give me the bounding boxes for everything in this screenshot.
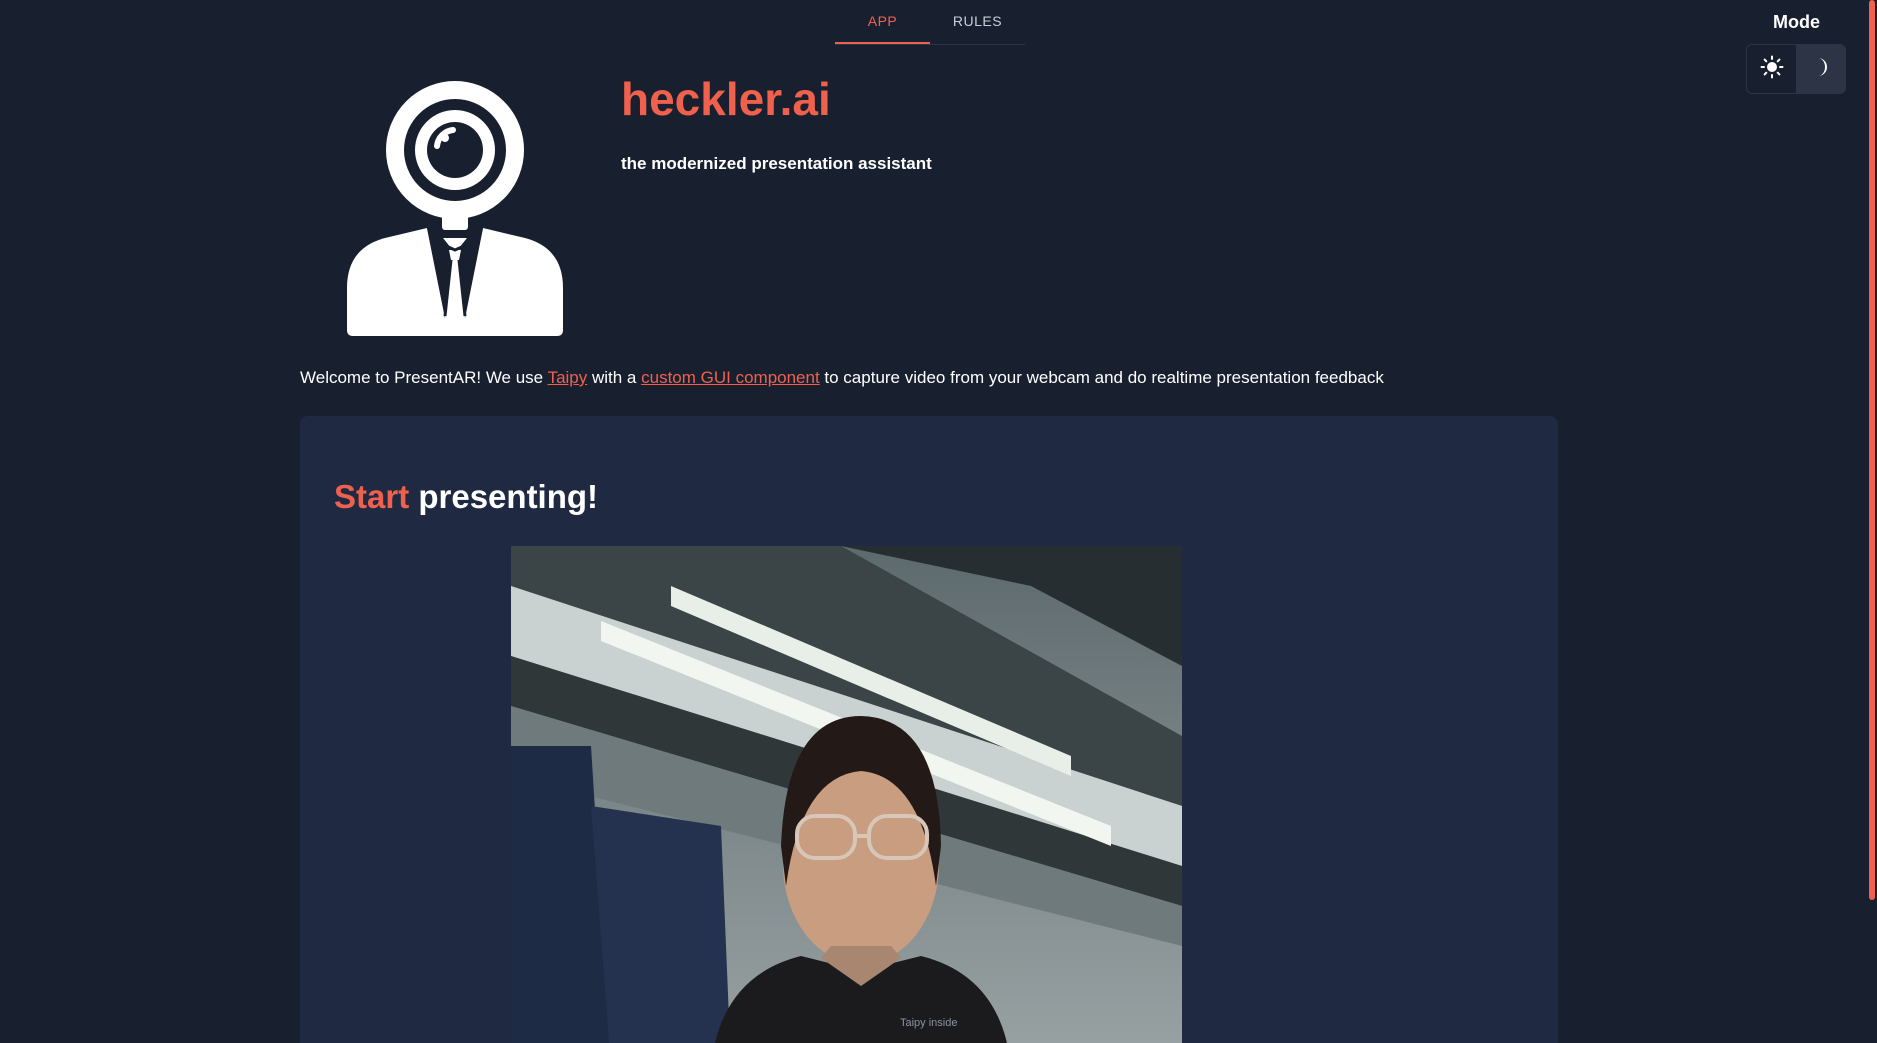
light-mode-button[interactable] (1747, 45, 1796, 93)
app-page: APP RULES Mode heckler.ai the modernized… (0, 0, 1877, 1043)
app-title: heckler.ai (621, 73, 831, 125)
tab-app[interactable]: APP (835, 0, 930, 44)
page-scrollbar[interactable] (1868, 0, 1877, 1043)
moon-icon (1809, 55, 1833, 84)
nav-tabs: APP RULES (835, 0, 1025, 45)
start-presenting-heading: Start presenting! (334, 478, 598, 516)
welcome-middle: with a (587, 368, 642, 387)
heading-rest: presenting! (409, 478, 599, 515)
sun-icon (1760, 55, 1784, 84)
welcome-prefix: Welcome to PresentAR! We use (300, 368, 548, 387)
presenting-card: Start presenting! (300, 416, 1558, 1043)
taipy-inside-note: Taipy inside (900, 1017, 958, 1029)
dark-mode-button[interactable] (1796, 45, 1845, 93)
scrollbar-thumb[interactable] (1869, 0, 1875, 900)
tab-rules[interactable]: RULES (930, 0, 1025, 42)
custom-gui-component-link[interactable]: custom GUI component (641, 368, 820, 387)
mode-toggle (1746, 44, 1846, 94)
taipy-link[interactable]: Taipy (548, 368, 588, 387)
presenter-magnifier-logo (345, 78, 565, 338)
welcome-text: Welcome to PresentAR! We use Taipy with … (300, 368, 1384, 388)
webcam-video[interactable] (511, 546, 1182, 1043)
app-subtitle: the modernized presentation assistant (621, 154, 932, 173)
mode-label: Mode (1773, 12, 1820, 32)
heading-accent: Start (334, 478, 410, 515)
welcome-suffix: to capture video from your webcam and do… (819, 368, 1384, 387)
